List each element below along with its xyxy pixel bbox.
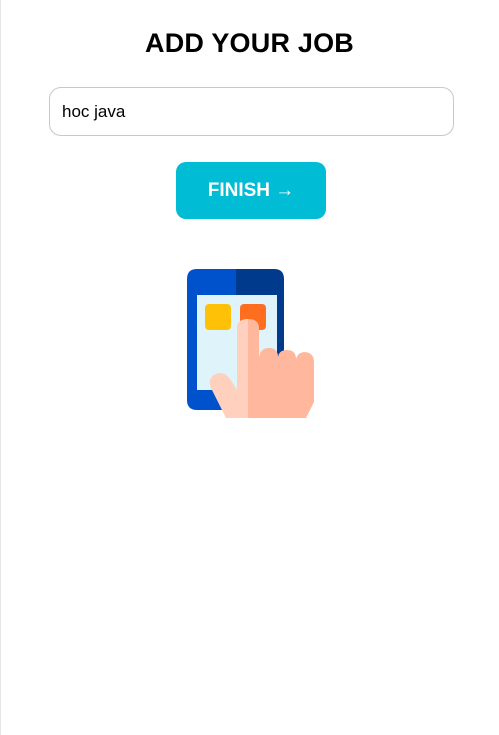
job-input[interactable]	[49, 87, 454, 136]
page-title: ADD YOUR JOB	[145, 28, 354, 58]
phone-tap-icon	[187, 269, 314, 418]
add-job-page: ADD YOUR JOB FINISH →	[0, 0, 499, 735]
finish-button[interactable]: FINISH →	[176, 162, 326, 219]
